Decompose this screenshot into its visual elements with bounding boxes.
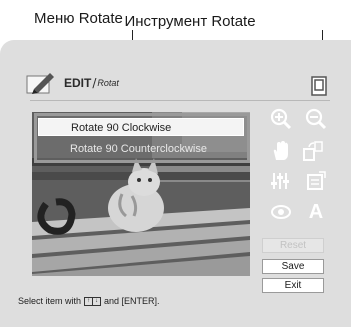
zoom-in-icon[interactable] [270,108,292,130]
zoom-out-icon[interactable] [305,108,327,130]
status-hint: Select item with ↑ ↓ and [ENTER]. [18,296,160,306]
menu-callout: Меню Rotate [34,10,123,27]
edit-title: EDIT [64,76,92,90]
title-slash: / [92,76,97,90]
red-eye-icon[interactable] [270,201,292,223]
reset-button[interactable]: Reset [262,238,324,253]
frame-icon [311,76,327,96]
edit-subtitle: Rotat [97,78,119,88]
menu-item-rotate-counterclockwise[interactable]: Rotate 90 Counterclockwise [38,140,244,158]
menu-item-rotate-clockwise[interactable]: Rotate 90 Clockwise [38,118,244,136]
status-prefix: Select item with [18,296,82,306]
exit-button[interactable]: Exit [262,278,324,293]
hand-icon[interactable] [270,140,292,162]
header-divider [30,100,330,101]
tool-callout: Инструмент Rotate [124,12,256,30]
filter-icon[interactable] [305,170,327,192]
rotate-icon[interactable] [302,140,324,162]
text-icon[interactable]: A [305,201,327,223]
down-key-icon: ↓ [92,296,102,306]
adjust-icon[interactable] [270,170,292,192]
pencil-icon [26,72,56,94]
save-button[interactable]: Save [262,259,324,274]
edit-header: EDIT / Rotat [26,72,119,94]
status-suffix: and [ENTER]. [104,296,160,306]
